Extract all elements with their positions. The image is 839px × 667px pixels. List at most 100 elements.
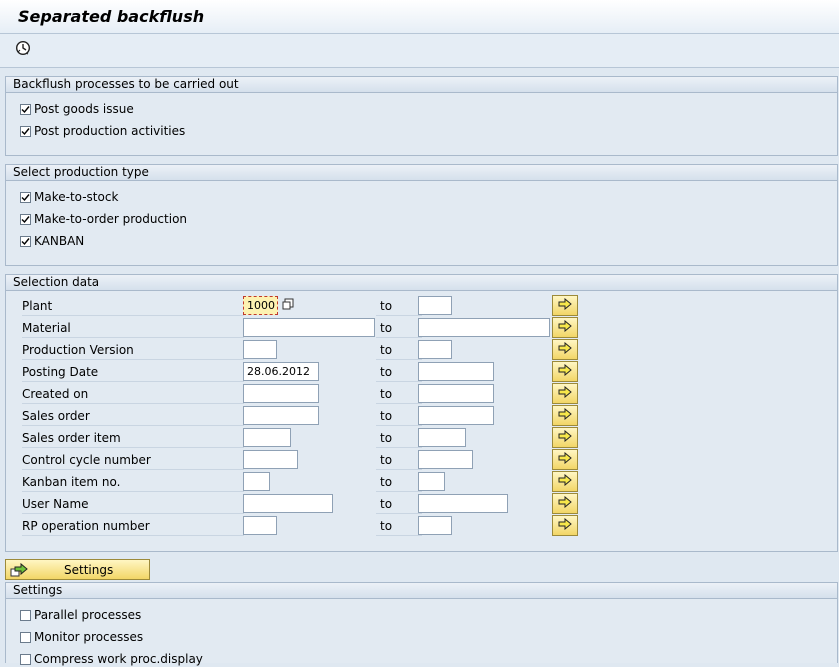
selection-row-control-cycle-number: Control cycle number to <box>6 449 837 471</box>
created-on-to-label: to <box>376 386 422 404</box>
control-cycle-number-multiple-selection-button[interactable] <box>552 449 578 470</box>
sales-order-item-multiple-selection-button[interactable] <box>552 427 578 448</box>
group-header-backflush-processes: Backflush processes to be carried out <box>6 77 837 93</box>
multiple-selection-arrow-icon <box>558 297 572 313</box>
selection-row-production-version: Production Version to <box>6 339 837 361</box>
plant-from-field[interactable]: 1000 <box>243 296 278 315</box>
material-to-field[interactable] <box>418 318 550 337</box>
execute-button[interactable] <box>13 40 33 58</box>
checkbox-monitor-processes-row: Monitor processes <box>20 629 143 645</box>
parallel-processes-checkbox[interactable] <box>20 609 31 621</box>
created-on-to-field[interactable] <box>418 384 494 403</box>
checkbox-make-to-stock-row: Make-to-stock <box>20 189 118 205</box>
group-backflush-processes: Backflush processes to be carried out Po… <box>5 76 838 156</box>
group-selection-data: Selection data Plant 1000 to Material to… <box>5 274 838 552</box>
multiple-selection-arrow-icon <box>558 385 572 401</box>
sales-order-multiple-selection-button[interactable] <box>552 405 578 426</box>
monitor-processes-checkbox[interactable] <box>20 631 31 643</box>
compress-work-proc-display-label: Compress work proc.display <box>34 652 203 666</box>
group-header-selection-data: Selection data <box>6 275 837 291</box>
production-version-to-field[interactable] <box>418 340 452 359</box>
make-to-stock-label: Make-to-stock <box>34 190 119 204</box>
control-cycle-number-from-field[interactable] <box>243 450 298 469</box>
selection-row-kanban-item-no: Kanban item no. to <box>6 471 837 493</box>
post-goods-issue-checkbox[interactable] <box>20 103 31 115</box>
post-production-activities-checkbox[interactable] <box>20 125 31 137</box>
checkbox-post-goods-issue-row: Post goods issue <box>20 101 134 117</box>
selection-row-rp-operation-number: RP operation number to <box>6 515 837 537</box>
material-to-label: to <box>376 320 422 338</box>
posting-date-to-field[interactable] <box>418 362 494 381</box>
post-goods-issue-label: Post goods issue <box>34 102 134 116</box>
user-name-multiple-selection-button[interactable] <box>552 493 578 514</box>
created-on-multiple-selection-button[interactable] <box>552 383 578 404</box>
material-multiple-selection-button[interactable] <box>552 317 578 338</box>
control-cycle-number-to-label: to <box>376 452 422 470</box>
sales-order-item-to-field[interactable] <box>418 428 466 447</box>
selection-row-user-name: User Name to <box>6 493 837 515</box>
created-on-from-field[interactable] <box>243 384 319 403</box>
control-cycle-number-to-field[interactable] <box>418 450 473 469</box>
plant-to-field[interactable] <box>418 296 452 315</box>
page-title: Separated backflush <box>18 7 205 26</box>
settings-button-label: Settings <box>64 563 114 577</box>
selection-row-posting-date: Posting Date 28.06.2012 to <box>6 361 837 383</box>
kanban-item-no-from-field[interactable] <box>243 472 270 491</box>
make-to-stock-checkbox[interactable] <box>20 191 31 203</box>
rp-operation-number-from-field[interactable] <box>243 516 277 535</box>
multiple-selection-arrow-icon <box>558 473 572 489</box>
production-version-from-field[interactable] <box>243 340 277 359</box>
application-toolbar <box>0 34 839 68</box>
kanban-label: KANBAN <box>34 234 85 248</box>
title-bar: Separated backflush <box>0 0 839 34</box>
checkbox-make-to-order-row: Make-to-order production <box>20 211 187 227</box>
settings-button[interactable]: Settings <box>5 559 150 580</box>
sales-order-to-field[interactable] <box>418 406 494 425</box>
selection-row-sales-order-item: Sales order item to <box>6 427 837 449</box>
post-production-activities-label: Post production activities <box>34 124 186 138</box>
multiple-selection-arrow-icon <box>558 319 572 335</box>
settings-arrow-icon <box>10 562 28 580</box>
plant-to-label: to <box>376 298 422 316</box>
kanban-item-no-multiple-selection-button[interactable] <box>552 471 578 492</box>
material-label: Material <box>22 320 244 338</box>
plant-label: Plant <box>22 298 244 316</box>
kanban-checkbox[interactable] <box>20 235 31 247</box>
rp-operation-number-to-field[interactable] <box>418 516 452 535</box>
selection-row-created-on: Created on to <box>6 383 837 405</box>
multiple-selection-arrow-icon <box>558 495 572 511</box>
group-production-type: Select production type Make-to-stock Mak… <box>5 164 838 266</box>
posting-date-multiple-selection-button[interactable] <box>552 361 578 382</box>
posting-date-from-field[interactable]: 28.06.2012 <box>243 362 319 381</box>
sales-order-item-label: Sales order item <box>22 430 244 448</box>
kanban-item-no-label: Kanban item no. <box>22 474 244 492</box>
user-name-from-field[interactable] <box>243 494 333 513</box>
compress-work-proc-display-checkbox[interactable] <box>20 653 31 665</box>
sales-order-from-field[interactable] <box>243 406 319 425</box>
kanban-item-no-to-field[interactable] <box>418 472 445 491</box>
matchcode-icon[interactable] <box>282 298 294 311</box>
multiple-selection-arrow-icon <box>558 429 572 445</box>
material-from-field[interactable] <box>243 318 375 337</box>
user-name-to-label: to <box>376 496 422 514</box>
user-name-label: User Name <box>22 496 244 514</box>
production-version-multiple-selection-button[interactable] <box>552 339 578 360</box>
rp-operation-number-to-label: to <box>376 518 422 536</box>
checkbox-compress-work-proc-display-row: Compress work proc.display <box>20 651 203 667</box>
rp-operation-number-multiple-selection-button[interactable] <box>552 515 578 536</box>
make-to-order-label: Make-to-order production <box>34 212 188 226</box>
kanban-item-no-to-label: to <box>376 474 422 492</box>
user-name-to-field[interactable] <box>418 494 508 513</box>
sales-order-to-label: to <box>376 408 422 426</box>
sales-order-item-to-label: to <box>376 430 422 448</box>
group-header-settings: Settings <box>6 583 837 599</box>
sales-order-label: Sales order <box>22 408 244 426</box>
plant-multiple-selection-button[interactable] <box>552 295 578 316</box>
checkbox-parallel-processes-row: Parallel processes <box>20 607 141 623</box>
group-settings: Settings Parallel processes Monitor proc… <box>5 582 838 666</box>
posting-date-label: Posting Date <box>22 364 244 382</box>
make-to-order-checkbox[interactable] <box>20 213 31 225</box>
selection-row-material: Material to <box>6 317 837 339</box>
sales-order-item-from-field[interactable] <box>243 428 291 447</box>
control-cycle-number-label: Control cycle number <box>22 452 244 470</box>
